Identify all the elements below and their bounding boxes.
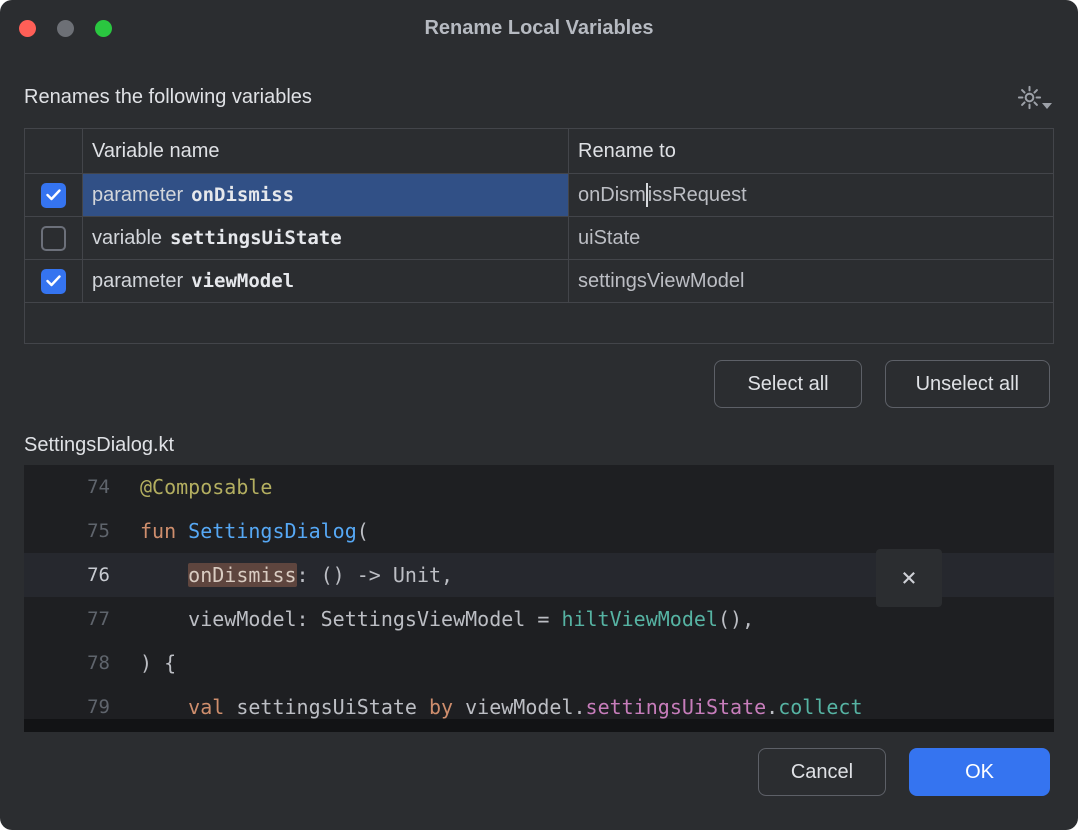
code-token: onDismiss [188, 563, 296, 587]
table-row[interactable]: parameter onDismiss onDismissRequest [25, 174, 1053, 217]
code-token: viewModel: SettingsViewModel = [140, 607, 561, 631]
variable-kind-label: parameter [92, 270, 183, 293]
line-number: 78 [24, 641, 140, 685]
rename-to-cell[interactable]: settingsViewModel [569, 260, 1053, 302]
cancel-button[interactable]: Cancel [758, 748, 886, 796]
code-token: ( [357, 519, 369, 543]
code-line: 78) { [24, 641, 1054, 685]
code-token: viewModel. [453, 695, 585, 719]
selection-buttons-row: Select all Unselect all [24, 360, 1050, 408]
line-number: 77 [24, 597, 140, 641]
checkbox-checked[interactable] [41, 269, 66, 294]
code-text: @Composable [140, 465, 1054, 509]
settings-gear-button[interactable] [1016, 82, 1054, 112]
code-line: 75fun SettingsDialog( [24, 509, 1054, 553]
variable-name-cell[interactable]: parameter onDismiss [83, 174, 569, 216]
code-token: settingsUiState [586, 695, 767, 719]
code-line: 74@Composable [24, 465, 1054, 509]
rename-value-after-caret: issRequest [648, 184, 747, 207]
code-token: by [429, 695, 453, 719]
table-row[interactable]: parameter viewModel settingsViewModel [25, 260, 1053, 303]
minimize-window-button [57, 20, 74, 37]
column-header-variable-name: Variable name [83, 129, 569, 173]
gear-icon [1016, 84, 1043, 111]
horizontal-scrollbar[interactable] [24, 719, 1054, 732]
close-window-button[interactable] [19, 20, 36, 37]
close-icon: × [901, 565, 917, 591]
subtitle-row: Renames the following variables [24, 82, 1054, 112]
line-number: 75 [24, 509, 140, 553]
rename-dialog: Rename Local Variables Renames the follo… [0, 0, 1078, 830]
ok-button[interactable]: OK [909, 748, 1050, 796]
table-body: parameteronDismissonDismissRequestvariab… [25, 174, 1053, 303]
code-token: settingsUiState [224, 695, 429, 719]
checkbox-checked[interactable] [41, 183, 66, 208]
code-token: SettingsDialog [188, 519, 357, 543]
rename-to-cell[interactable]: uiState [569, 217, 1053, 259]
line-number: 76 [24, 553, 140, 597]
variable-kind-label: variable [92, 227, 162, 250]
code-token [140, 563, 188, 587]
check-icon [46, 189, 61, 201]
rename-value-before-caret: onDism [578, 184, 646, 207]
code-token: val [188, 695, 224, 719]
variables-table: Variable name Rename to parameter onDismi… [24, 128, 1054, 344]
window-title: Rename Local Variables [424, 17, 653, 40]
zoom-window-button[interactable] [95, 20, 112, 37]
code-token: collect [778, 695, 862, 719]
code-token: . [766, 695, 778, 719]
variable-name-cell[interactable]: variable settingsUiState [83, 217, 569, 259]
table-header-row: Variable name Rename to [25, 129, 1053, 174]
line-number: 74 [24, 465, 140, 509]
traffic-lights [19, 20, 112, 37]
checkbox-cell [25, 260, 83, 302]
rename-to-cell[interactable]: onDismissRequest [569, 174, 1053, 216]
code-text: fun SettingsDialog( [140, 509, 1054, 553]
footer-buttons-row: Cancel OK [24, 748, 1050, 796]
chevron-down-icon [1042, 103, 1052, 109]
code-token: @Composable [140, 475, 272, 499]
select-all-button[interactable]: Select all [714, 360, 861, 408]
dialog-subtitle: Renames the following variables [24, 86, 312, 109]
unselect-all-button[interactable]: Unselect all [885, 360, 1050, 408]
code-editor-preview[interactable]: 74@Composable75fun SettingsDialog(76 onD… [24, 465, 1054, 732]
rename-value: uiState [578, 227, 640, 250]
title-bar[interactable]: Rename Local Variables [0, 0, 1078, 56]
checkbox-column-header [25, 129, 83, 173]
column-header-rename-to: Rename to [569, 129, 1053, 173]
code-token [140, 695, 188, 719]
variable-name-cell[interactable]: parameter viewModel [83, 260, 569, 302]
checkbox-cell [25, 174, 83, 216]
variable-name-label: onDismiss [191, 184, 294, 206]
checkbox-unchecked[interactable] [41, 226, 66, 251]
variable-name-label: settingsUiState [170, 227, 342, 249]
code-token: hiltViewModel [561, 607, 718, 631]
table-empty-area [25, 303, 1053, 343]
table-row[interactable]: variable settingsUiState uiState [25, 217, 1053, 260]
checkbox-cell [25, 217, 83, 259]
check-icon [46, 275, 61, 287]
code-token: : () -> Unit, [297, 563, 454, 587]
code-token: (), [718, 607, 754, 631]
variable-kind-label: parameter [92, 184, 183, 207]
code-token: fun [140, 519, 188, 543]
code-token: ) { [140, 651, 176, 675]
code-text: ) { [140, 641, 1054, 685]
variable-name-label: viewModel [191, 270, 294, 292]
preview-file-label: SettingsDialog.kt [24, 434, 1054, 457]
close-search-button[interactable]: × [876, 549, 942, 607]
rename-value: settingsViewModel [578, 270, 744, 293]
